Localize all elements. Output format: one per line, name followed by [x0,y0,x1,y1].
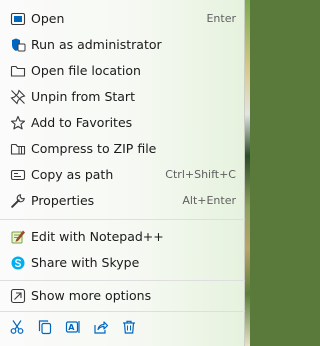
menu-item-label: Add to Favorites [31,115,133,130]
menu-item-label: Open file location [31,63,141,78]
folder-icon [10,63,26,79]
menu-separator [0,280,245,281]
menu-item-unpin-from-start[interactable]: Unpin from Start [4,84,240,110]
show-more-icon [10,288,26,304]
menu-item-run-as-administrator[interactable]: Run as administrator [4,32,240,58]
menu-item-label: Share with Skype [31,255,140,270]
share-icon[interactable] [93,319,109,335]
zip-folder-icon [10,141,26,157]
svg-text:A: A [68,323,75,332]
menu-item-copy-as-path[interactable]: Copy as path Ctrl+Shift+C [4,162,240,188]
menu-item-shortcut: Enter [206,12,236,25]
menu-item-label: Open [31,11,65,26]
app-window-icon [10,11,26,27]
rename-icon[interactable]: A [65,319,81,335]
menu-item-label: Show more options [31,288,152,303]
menu-item-open[interactable]: Open Enter [4,6,240,32]
context-menu: Open Enter Run as administrator Open fil… [0,0,245,346]
wrench-icon [10,193,26,209]
copy-icon[interactable] [37,319,53,335]
menu-item-shortcut: Alt+Enter [182,194,236,207]
menu-separator [0,219,245,220]
menu-item-open-file-location[interactable]: Open file location [4,58,240,84]
copy-path-icon [10,167,26,183]
menu-item-show-more-options[interactable]: Show more options [4,283,240,309]
star-icon [10,115,26,131]
menu-separator [0,311,245,312]
menu-item-edit-with-notepad-plus[interactable]: Edit with Notepad++ [4,224,240,250]
menu-item-share-with-skype[interactable]: Share with Skype [4,250,240,276]
skype-icon [10,255,26,271]
unpin-icon [10,89,26,105]
menu-item-label: Run as administrator [31,37,162,52]
cut-icon[interactable] [9,319,25,335]
menu-item-label: Unpin from Start [31,89,135,104]
menu-item-shortcut: Ctrl+Shift+C [165,168,236,181]
menu-item-label: Properties [31,193,95,208]
menu-item-compress-to-zip[interactable]: Compress to ZIP file [4,136,240,162]
shield-icon [10,37,26,53]
menu-item-label: Edit with Notepad++ [31,229,164,244]
menu-item-label: Copy as path [31,167,114,182]
notepad-plus-icon [10,229,26,245]
quick-actions-bar: A [0,314,245,342]
menu-item-label: Compress to ZIP file [31,141,157,156]
delete-icon[interactable] [121,319,137,335]
menu-item-add-to-favorites[interactable]: Add to Favorites [4,110,240,136]
menu-item-properties[interactable]: Properties Alt+Enter [4,188,240,214]
